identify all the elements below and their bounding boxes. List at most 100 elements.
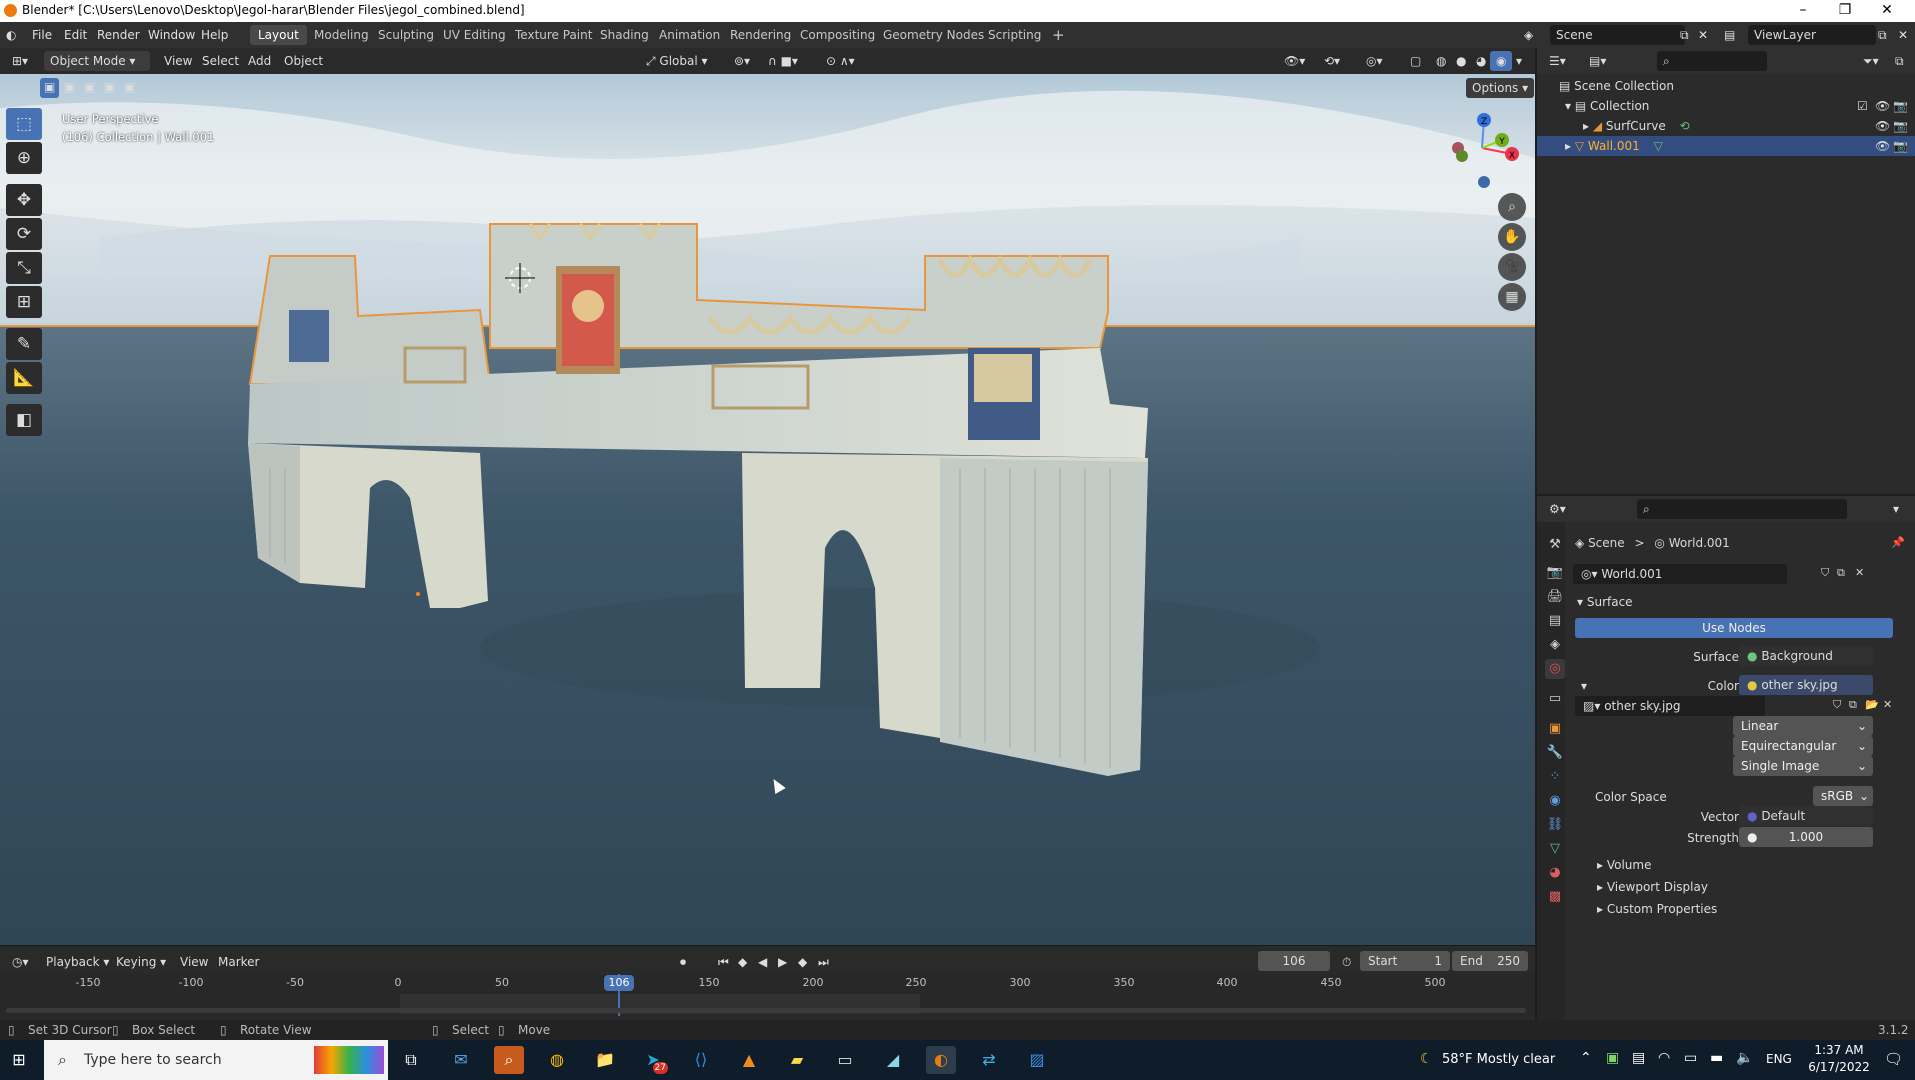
new-viewlayer-icon[interactable]: ⧉	[1878, 28, 1887, 43]
sketch-app-icon[interactable]: ◢	[878, 1046, 908, 1074]
camera-icon[interactable]: 📷	[1893, 119, 1908, 133]
tab-shading[interactable]: Shading	[592, 25, 657, 45]
telegram-icon[interactable]: ➤ 27	[638, 1046, 668, 1074]
menu-window[interactable]: Window	[148, 28, 195, 42]
zoom-icon[interactable]: ⌕	[1498, 193, 1526, 221]
blender-menu-icon[interactable]: ◐	[6, 28, 16, 42]
expand-arrow-icon[interactable]: ▸	[1583, 119, 1589, 133]
measure-tool-icon[interactable]: 📐	[6, 362, 42, 394]
material-tab-icon[interactable]: ◕	[1545, 863, 1565, 883]
use-nodes-button[interactable]: Use Nodes	[1575, 618, 1893, 638]
render-tab-icon[interactable]: 📷	[1545, 563, 1565, 583]
new-scene-icon[interactable]: ⧉	[1680, 28, 1689, 43]
pan-hand-icon[interactable]: ✋	[1498, 223, 1526, 251]
view-layer-tab-icon[interactable]: ▤	[1545, 611, 1565, 631]
menu-file[interactable]: File	[32, 28, 52, 42]
image-duplicate-icon[interactable]: ⧉	[1849, 698, 1857, 712]
tab-uv-editing[interactable]: UV Editing	[435, 25, 514, 45]
particles-tab-icon[interactable]: ⁘	[1545, 767, 1565, 787]
camera-icon[interactable]: 📷	[1893, 99, 1908, 113]
add-cube-tool-icon[interactable]: ◧	[6, 404, 42, 436]
colorspace-dropdown[interactable]: sRGB ⌄	[1813, 786, 1873, 806]
image-selector[interactable]: ▨▾ other sky.jpg	[1575, 696, 1765, 716]
eye-icon[interactable]: 👁	[1875, 139, 1890, 153]
transform-tool-icon[interactable]: ⊞	[6, 286, 42, 318]
menu-render[interactable]: Render	[97, 28, 140, 42]
strength-field[interactable]: ● 1.000	[1739, 827, 1873, 847]
tab-layout[interactable]: Layout	[250, 25, 307, 45]
file-explorer-icon[interactable]: 📁	[590, 1046, 620, 1074]
tab-geometry-nodes[interactable]: Geometry Nodes	[875, 25, 992, 45]
cursor-tool-icon[interactable]: ⊕	[6, 142, 42, 174]
outliner-row-collection[interactable]: ▾ ▤ Collection ☑ 👁 📷	[1537, 96, 1915, 116]
expand-arrow-icon[interactable]: ▸	[1565, 139, 1571, 153]
display-mode-icon[interactable]: ▤▾	[1583, 51, 1612, 71]
search-app-icon[interactable]: ⌕	[494, 1046, 524, 1074]
select-box-tool-icon[interactable]: ⬚	[6, 108, 42, 140]
shading-options-icon[interactable]: ▾	[1510, 51, 1528, 71]
visibility-icon[interactable]: 👁▾	[1278, 51, 1311, 71]
tab-texture-paint[interactable]: Texture Paint	[507, 25, 600, 45]
color-expand-icon[interactable]: ▾	[1581, 679, 1587, 693]
unlink-world-icon[interactable]: ✕	[1855, 566, 1864, 579]
menu-playback[interactable]: Playback ▾	[40, 952, 115, 972]
blender-taskbar-icon[interactable]: ◐	[926, 1046, 956, 1074]
outliner-search[interactable]: ⌕	[1657, 51, 1767, 71]
jump-end-button[interactable]: ⏭	[812, 952, 835, 972]
language-indicator[interactable]: ENG	[1766, 1052, 1792, 1066]
scene-tab-icon[interactable]: ◈	[1545, 635, 1565, 655]
clock-date[interactable]: 6/17/2022	[1806, 1060, 1872, 1074]
volume-icon[interactable]: 🔈	[1736, 1050, 1753, 1066]
modifier-tab-icon[interactable]: 🔧	[1545, 743, 1565, 763]
preview-range-icon[interactable]: ⏱	[1336, 952, 1357, 972]
outliner-editor-icon[interactable]: ☰▾	[1543, 51, 1572, 71]
task-view-icon[interactable]: ⧉	[396, 1046, 426, 1074]
outliner-row-scene-collection[interactable]: ▤ Scene Collection	[1537, 76, 1915, 96]
add-workspace-button[interactable]: +	[1044, 23, 1073, 44]
windows-start-icon[interactable]: ⊞	[4, 1046, 34, 1074]
terminal-icon[interactable]: ▭	[830, 1046, 860, 1074]
overlay-toggle-icon[interactable]: ◎▾	[1360, 51, 1389, 71]
filter-icon[interactable]: ⏷▾	[1857, 51, 1885, 71]
sticky-notes-icon[interactable]: ▰	[782, 1046, 812, 1074]
menu-keying[interactable]: Keying ▾	[110, 952, 172, 972]
menu-help[interactable]: Help	[201, 28, 228, 42]
scale-tool-icon[interactable]: ⤡	[6, 252, 42, 284]
ortho-grid-icon[interactable]: ▦	[1498, 283, 1526, 311]
editor-type-icon[interactable]: ⊞▾	[6, 51, 34, 71]
weather-text[interactable]: 58°F Mostly clear	[1442, 1052, 1555, 1067]
snap-icon[interactable]: ∩ ■▾	[762, 51, 804, 71]
new-collection-icon[interactable]: ⧉	[1889, 51, 1910, 71]
move-tool-icon[interactable]: ✥	[6, 184, 42, 216]
surface-panel-header[interactable]: ▾ Surface	[1577, 595, 1633, 609]
current-frame-field[interactable]: 106	[1258, 951, 1330, 971]
output-tab-icon[interactable]: 🖨	[1545, 587, 1565, 607]
camera-view-icon[interactable]: 🎥	[1498, 253, 1526, 281]
image-open-icon[interactable]: 📂	[1865, 698, 1879, 711]
fake-user-icon[interactable]: ⛉	[1821, 566, 1829, 580]
gizmo-toggle-icon[interactable]: ⟲▾	[1318, 51, 1346, 71]
scene-selector[interactable]: Scene	[1550, 25, 1685, 45]
remote-app-icon[interactable]: ⇄	[974, 1046, 1004, 1074]
volume-panel-header[interactable]: ▸ Volume	[1597, 858, 1651, 872]
expand-arrow-icon[interactable]: ▾	[1565, 99, 1571, 113]
tab-sculpting[interactable]: Sculpting	[370, 25, 442, 45]
color-input-field[interactable]: ● other sky.jpg	[1739, 675, 1873, 695]
prev-keyframe-button[interactable]: ◆	[732, 952, 753, 972]
camera-icon[interactable]: 📷	[1893, 139, 1908, 153]
tray-device-icon[interactable]: ▤	[1632, 1050, 1645, 1066]
data-tab-icon[interactable]: ▽	[1545, 839, 1565, 859]
next-keyframe-button[interactable]: ◆	[792, 952, 813, 972]
checkbox-icon[interactable]: ☑	[1857, 99, 1868, 113]
tab-modeling[interactable]: Modeling	[306, 25, 377, 45]
proportional-icon[interactable]: ⊙ ∧▾	[820, 51, 861, 71]
vlc-icon[interactable]: ▲	[734, 1046, 764, 1074]
end-frame-field[interactable]: End 250	[1452, 951, 1528, 971]
close-button[interactable]: ✕	[1872, 2, 1902, 18]
maximize-button[interactable]: ❐	[1830, 2, 1860, 18]
tool-tab-icon[interactable]: ⚒	[1545, 535, 1565, 555]
clock-time[interactable]: 1:37 AM	[1806, 1043, 1872, 1057]
menu-select[interactable]: Select	[196, 51, 245, 71]
taskbar-search-box[interactable]: ⌕ Type here to search	[44, 1040, 388, 1080]
viewlayer-selector[interactable]: ViewLayer	[1748, 25, 1876, 45]
